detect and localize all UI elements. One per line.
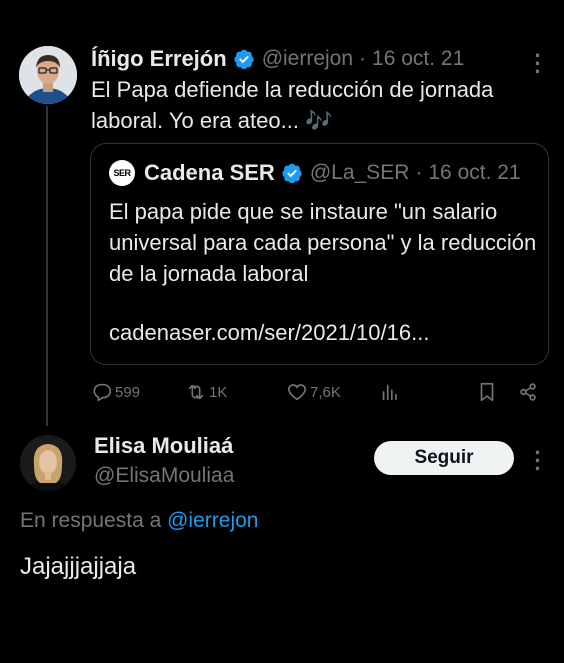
retweet-count: 1K: [209, 383, 228, 401]
reply-author-name[interactable]: Elisa Mouliaá: [94, 433, 233, 459]
more-options-icon[interactable]: · · ·: [534, 45, 542, 83]
retweet-icon: [188, 384, 204, 400]
quote-header: SER Cadena SER @La_SER · 16 oct. 21: [109, 160, 521, 186]
reply-count: 599: [115, 383, 141, 401]
author-handle[interactable]: @ierrejon: [262, 47, 353, 71]
reply-icon: [93, 383, 112, 402]
meta-separator: ·: [359, 47, 367, 70]
in-reply-mention[interactable]: @ierrejon: [167, 509, 258, 532]
avatar-photo-icon: [19, 46, 77, 104]
more-options-icon[interactable]: · · ·: [534, 442, 542, 480]
quote-author-handle: @La_SER: [309, 161, 410, 184]
quoted-tweet-card[interactable]: SER Cadena SER @La_SER · 16 oct. 21 El p…: [90, 143, 549, 365]
retweet-button[interactable]: 1K: [185, 378, 227, 406]
avatar-photo-icon: [20, 435, 76, 491]
share-button[interactable]: [517, 378, 539, 406]
tweet-action-bar: 599 1K 7,6K: [91, 378, 547, 406]
meta-separator: ·: [415, 161, 423, 184]
quote-text: El papa pide que se instaure "un salario…: [109, 199, 537, 286]
tweet-text: El Papa defiende la reducción de jornada…: [91, 77, 494, 133]
like-icon: [287, 384, 307, 401]
reply-author-handle[interactable]: @ElisaMouliaa: [94, 464, 234, 488]
author-name[interactable]: Íñigo Errejón: [91, 46, 227, 72]
reply-author-avatar[interactable]: [20, 435, 76, 491]
follow-button[interactable]: Seguir: [374, 441, 514, 475]
verified-badge-icon: [234, 49, 254, 70]
views-button[interactable]: [379, 378, 401, 406]
quote-author-name: Cadena SER: [144, 160, 275, 185]
reply-text: Jajajjjajjaja: [20, 553, 137, 580]
reply-button[interactable]: 599: [91, 378, 140, 406]
views-icon: [382, 384, 397, 401]
quote-link[interactable]: cadenaser.com/ser/2021/10/16...: [109, 320, 429, 346]
author-avatar[interactable]: [19, 46, 77, 104]
tweet-header: Íñigo Errejón @ierrejon · 16 oct. 21: [91, 43, 464, 75]
bookmark-icon: [480, 382, 494, 402]
share-icon: [520, 383, 536, 401]
ser-logo-icon: SER: [109, 160, 135, 186]
verified-badge-icon: [282, 163, 302, 184]
bookmark-button[interactable]: [476, 378, 498, 406]
in-reply-prefix: En respuesta a: [20, 509, 162, 532]
in-reply-to: En respuesta a @ierrejon: [20, 509, 258, 533]
tweet-date[interactable]: 16 oct. 21: [372, 47, 464, 71]
thread-connector-line: [46, 106, 48, 426]
like-button[interactable]: 7,6K: [286, 378, 341, 406]
quote-date: 16 oct. 21: [428, 161, 521, 184]
like-count: 7,6K: [310, 383, 341, 401]
